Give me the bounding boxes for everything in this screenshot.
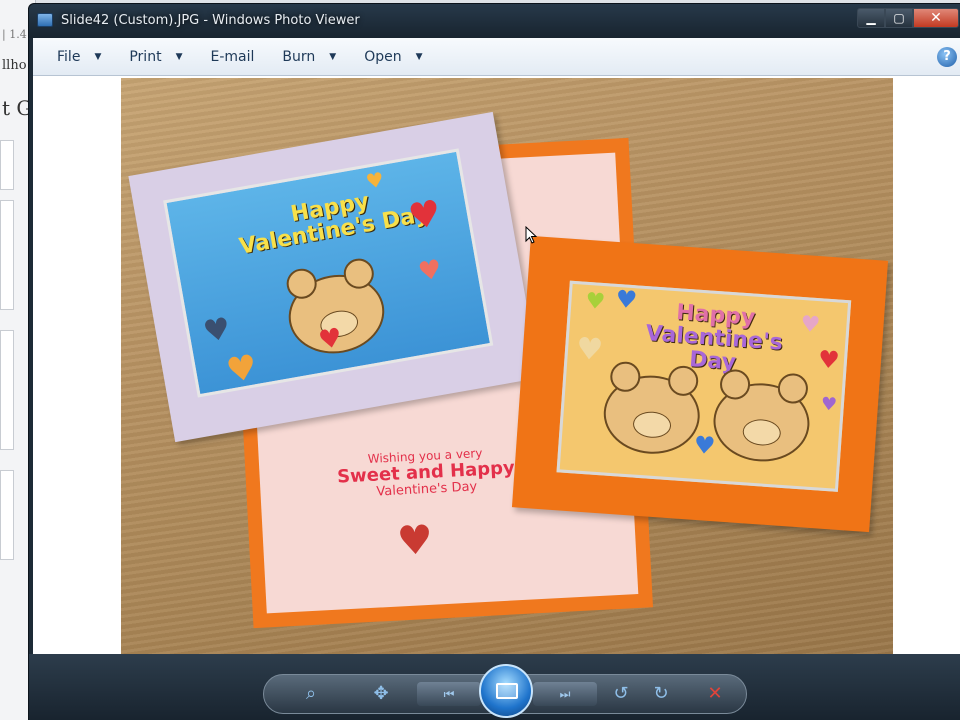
mouse-cursor-icon: [525, 226, 537, 244]
photo-viewer-window: Slide42 (Custom).JPG - Windows Photo Vie…: [28, 3, 960, 720]
maximize-button[interactable]: ▢: [885, 8, 913, 28]
background-panel: [0, 330, 14, 450]
actual-size-icon[interactable]: ✥: [369, 684, 393, 706]
print-menu-label: Print: [129, 48, 162, 65]
background-panel: [0, 200, 14, 310]
heart-icon: ♥: [416, 254, 445, 289]
caption-buttons: ▁ ▢ ✕: [857, 8, 959, 28]
photo-viewer-app-icon[interactable]: [37, 13, 53, 27]
chocolate-heart-icon: ♥: [395, 517, 435, 565]
heart-icon: ♥: [820, 393, 838, 416]
rotate-clockwise-icon[interactable]: ↻: [649, 684, 673, 706]
email-menu[interactable]: E-mail: [211, 49, 255, 65]
zoom-icon[interactable]: ⌕: [299, 684, 323, 706]
minimize-button[interactable]: ▁: [857, 8, 885, 28]
window-title: Slide42 (Custom).JPG - Windows Photo Vie…: [61, 13, 360, 28]
delete-icon[interactable]: ✕: [703, 684, 727, 706]
background-text: llho: [2, 58, 27, 73]
file-menu-label: File: [57, 48, 81, 65]
bear-muzzle: [632, 410, 672, 440]
heart-icon: ♥: [692, 430, 717, 461]
bear-muzzle: [741, 418, 782, 447]
print-menu[interactable]: Print ▼: [129, 49, 182, 65]
open-menu[interactable]: Open ▼: [364, 49, 422, 65]
chevron-down-icon: ▼: [175, 51, 183, 62]
email-menu-label: E-mail: [210, 48, 255, 65]
burn-menu-label: Burn: [282, 48, 316, 65]
heart-icon: ♥: [817, 345, 841, 375]
card-title: Happy Valentine's Day: [627, 298, 801, 379]
bear-illustration: [601, 372, 703, 457]
chevron-down-icon: ▼: [94, 51, 102, 62]
image-viewer-area: Wishing you a very Sweet and Happy Valen…: [33, 76, 960, 656]
heart-icon: ♥: [316, 322, 345, 357]
slideshow-button[interactable]: [479, 664, 533, 718]
burn-menu[interactable]: Burn ▼: [282, 49, 336, 65]
card-title: Happy Valentine's Day: [230, 179, 435, 260]
heart-icon: ♥: [200, 311, 234, 351]
background-panel: [0, 140, 14, 190]
bear-illustration: [710, 380, 813, 465]
chevron-down-icon: ▼: [415, 51, 423, 62]
menu-bar: File ▼ Print ▼ E-mail Burn ▼ Open ▼ ?: [33, 38, 960, 76]
card-title-line-2: Valentine's Day: [644, 321, 784, 376]
next-button[interactable]: ⏭: [533, 682, 597, 706]
card-greeting-text: Wishing you a very Sweet and Happy Valen…: [330, 445, 522, 502]
control-bar: ⌕ ✥ ⏮ ⏭ ↺ ↻ ✕: [29, 654, 960, 720]
heart-icon: ♥: [223, 347, 261, 392]
file-menu[interactable]: File ▼: [57, 49, 101, 65]
close-button[interactable]: ✕: [913, 8, 959, 28]
chevron-down-icon: ▼: [329, 51, 337, 62]
background-text: | 1.4: [2, 28, 27, 41]
yellow-bears-illustration: Happy Valentine's Day ♥ ♥ ♥ ♥ ♥ ♥ ♥: [556, 280, 852, 492]
background-panel: [0, 470, 14, 560]
rotate-counterclockwise-icon[interactable]: ↺: [609, 684, 633, 706]
heart-icon: ♥: [799, 311, 821, 339]
heart-icon: ♥: [574, 331, 605, 369]
open-menu-label: Open: [364, 48, 402, 65]
valentine-cards-photo[interactable]: Wishing you a very Sweet and Happy Valen…: [121, 78, 893, 656]
orange-card: Happy Valentine's Day ♥ ♥ ♥ ♥ ♥ ♥ ♥: [511, 235, 889, 533]
slideshow-icon: [496, 683, 518, 699]
heart-icon: ♥: [405, 192, 445, 239]
heart-icon: ♥: [584, 288, 607, 316]
help-icon[interactable]: ?: [937, 47, 957, 67]
heart-icon: ♥: [614, 284, 639, 315]
title-bar[interactable]: Slide42 (Custom).JPG - Windows Photo Vie…: [29, 4, 960, 38]
heart-icon: ♥: [363, 167, 386, 194]
blue-bear-illustration: Happy Valentine's Day ♥ ♥ ♥ ♥ ♥ ♥: [163, 148, 494, 398]
previous-button[interactable]: ⏮: [417, 682, 481, 706]
